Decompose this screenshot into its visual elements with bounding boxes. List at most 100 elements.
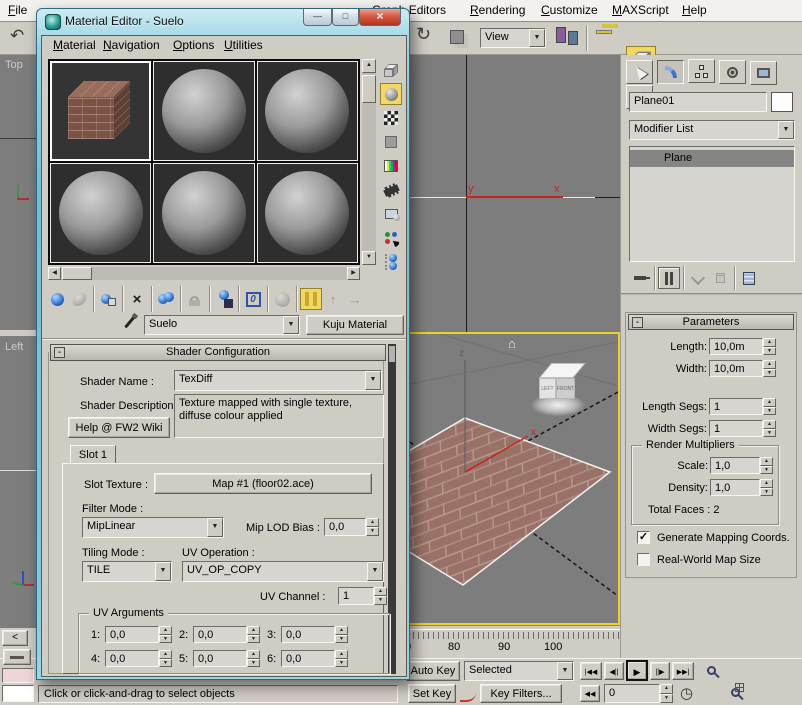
uv-arg-2-field[interactable]: 0,0 [193,626,247,643]
go-to-start-button[interactable]: |◀◀ [580,662,602,680]
dropdown-arrow-icon[interactable]: ▼ [365,371,381,390]
mip-lod-bias-field[interactable]: 0,0 [324,518,366,536]
material-map-navigator-icon[interactable] [380,251,402,273]
current-frame-field[interactable]: 0 [604,684,660,703]
viewport-splitter[interactable] [0,330,36,336]
uv-arg-3-field[interactable]: 0,0 [281,626,335,643]
background-icon[interactable] [380,107,402,129]
spinner-down-icon[interactable]: ▼ [335,635,348,644]
length-field[interactable]: 10,0m [709,338,763,355]
material-editor-dialog[interactable]: Material Editor - Suelo — □ × Material N… [36,8,410,680]
spinner-down-icon[interactable]: ▼ [159,659,172,668]
spinner-up-icon[interactable]: ▲ [760,457,773,466]
collapse-icon[interactable]: - [632,317,643,328]
spinner-down-icon[interactable]: ▼ [763,347,776,356]
spinner-down-icon[interactable]: ▼ [763,429,776,438]
viewcube-left-face[interactable]: LEFT [539,378,556,399]
dropdown-arrow-icon[interactable]: ▼ [283,316,299,334]
remove-modifier-icon[interactable] [709,267,731,289]
viewcube-home-icon[interactable]: ⌂ [508,336,516,351]
spinner-up-icon[interactable]: ▲ [159,650,172,659]
modifier-stack[interactable]: Plane [629,146,795,262]
object-color-swatch[interactable] [771,92,793,112]
put-material-to-scene-icon[interactable] [68,288,90,310]
key-filters-button[interactable]: Key Filters... [480,684,562,703]
width-segs-field[interactable]: 1 [709,420,763,437]
uv-operation-dropdown[interactable]: UV_OP_COPY ▼ [182,561,384,582]
uv-arg-1-spinner[interactable]: ▲▼ [159,626,172,643]
menu-maxscript[interactable]: MAXScript [612,3,669,17]
filter-mode-dropdown[interactable]: MipLinear ▼ [82,517,224,538]
make-unique-icon[interactable] [687,267,709,289]
real-world-map-size-checkbox[interactable] [637,553,650,566]
get-material-icon[interactable] [46,288,68,310]
dropdown-arrow-icon[interactable]: ▼ [529,29,545,47]
spinner-up-icon[interactable]: ▲ [763,338,776,347]
menu-customize[interactable]: Customize [541,3,598,17]
show-map-in-viewport-icon[interactable] [271,288,293,310]
select-and-rotate-icon[interactable]: ↻ [416,24,431,45]
auto-key-button[interactable]: Auto Key [406,661,460,681]
go-to-parent-icon[interactable]: ↑ [322,288,344,310]
collapse-icon[interactable]: - [54,347,65,358]
menu-material[interactable]: Material [53,38,96,52]
spinner-up-icon[interactable]: ▲ [660,684,673,694]
scroll-right-icon[interactable]: ▶ [347,267,360,280]
slot-texture-button[interactable]: Map #1 (floor02.ace) [154,473,372,494]
tab-modify[interactable] [657,60,684,84]
spinner-up-icon[interactable]: ▲ [335,650,348,659]
length-segs-field[interactable]: 1 [709,398,763,415]
spinner-up-icon[interactable]: ▲ [760,479,773,488]
width-segs-spinner[interactable]: ▲▼ [763,420,776,437]
density-spinner[interactable]: ▲▼ [760,479,773,496]
previous-frame-button[interactable]: ◀|| [604,662,624,680]
left-viewport-strip[interactable]: Top Left [0,55,36,628]
spinner-up-icon[interactable]: ▲ [763,360,776,369]
slots-vertical-scrollbar[interactable]: ▲ ▼ [362,59,376,265]
time-tag-button[interactable]: < [2,630,28,646]
scroll-down-icon[interactable]: ▼ [362,251,376,265]
spinner-up-icon[interactable]: ▲ [374,587,387,596]
uv-arg-5-field[interactable]: 0,0 [193,650,247,667]
maximize-button[interactable]: □ [332,9,359,26]
material-name-dropdown[interactable]: Suelo ▼ [144,315,300,335]
scrollbar-thumb[interactable] [362,75,376,103]
viewport-top-label[interactable]: Top [5,59,23,71]
frame-spinner[interactable]: ▲▼ [660,684,673,703]
options-icon[interactable] [380,203,402,225]
spinner-down-icon[interactable]: ▼ [763,369,776,378]
tab-create[interactable] [626,60,653,84]
go-forward-to-sibling-icon[interactable]: → [344,288,366,310]
zoom-icon[interactable] [700,659,722,681]
material-id-channel-icon[interactable]: 0 [242,288,264,310]
length-spinner[interactable]: ▲▼ [763,338,776,355]
spinner-up-icon[interactable]: ▲ [247,626,260,635]
spinner-down-icon[interactable]: ▼ [247,635,260,644]
go-to-end-button[interactable]: ▶▶| [672,662,694,680]
spinner-down-icon[interactable]: ▼ [763,407,776,416]
length-segs-spinner[interactable]: ▲▼ [763,398,776,415]
menu-utilities[interactable]: Utilities [224,38,263,52]
spinner-down-icon[interactable]: ▼ [660,694,673,704]
spinner-down-icon[interactable]: ▼ [247,659,260,668]
show-end-result-stack-icon[interactable] [658,267,680,289]
minimize-button[interactable]: — [303,9,332,26]
tiling-mode-dropdown[interactable]: TILE ▼ [82,561,172,582]
scale-field[interactable]: 1,0 [710,457,760,474]
tab-display[interactable] [750,61,777,85]
uv-arg-3-spinner[interactable]: ▲▼ [335,626,348,643]
select-and-scale-icon[interactable] [450,30,464,44]
spinner-down-icon[interactable]: ▼ [760,488,773,497]
help-fw2-wiki-button[interactable]: Help @ FW2 Wiki [68,417,170,438]
default-in-out-tangents-icon[interactable] [460,686,476,702]
dropdown-arrow-icon[interactable]: ▼ [367,562,383,581]
sample-slot-3[interactable] [257,61,358,161]
parameters-rollout-header[interactable]: - Parameters [628,314,794,330]
play-button[interactable]: ▶ [626,660,648,681]
maxscript-mini-listener-pink[interactable] [2,668,34,683]
zoom-all-icon[interactable] [724,681,746,703]
spinner-down-icon[interactable]: ▼ [760,466,773,475]
dropdown-arrow-icon[interactable]: ▼ [557,662,573,680]
sample-slot-1-active[interactable] [50,61,151,161]
make-material-copy-icon[interactable] [155,288,177,310]
